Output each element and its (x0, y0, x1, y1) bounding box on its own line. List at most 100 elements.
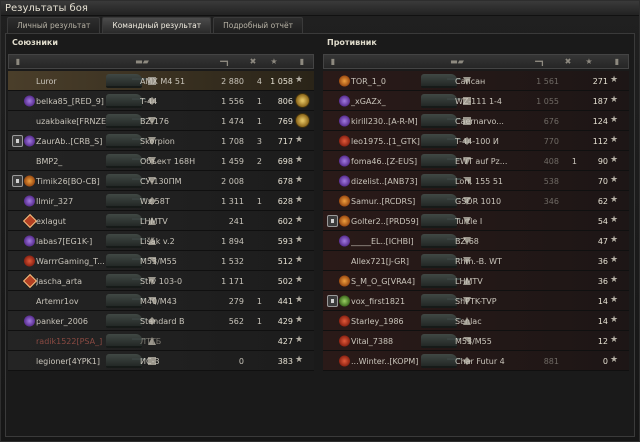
clan-emblem-icon (24, 235, 35, 247)
medal-icon[interactable] (295, 93, 310, 108)
tank-icon (421, 154, 461, 168)
allies-header-row: ▮ ▬▰ ━┓ ✖ ★ ▮ (8, 54, 314, 69)
allies-title: Союзники (12, 38, 58, 47)
damage-value: 1 474 (221, 117, 244, 126)
player-row[interactable]: uzakbaike[FRNZE] BZ-176 1 474 1 769 (8, 111, 314, 131)
damage-value: 1 311 (221, 197, 244, 206)
damage-column-icon[interactable]: ━┓ (530, 57, 550, 67)
vehicle-name: T-44 (140, 97, 158, 106)
player-row[interactable]: panker_2006 Standard B 562 1 429 (8, 311, 314, 331)
platoon-column-icon[interactable]: ▮ (12, 57, 24, 67)
xp-column-icon[interactable]: ★ (582, 57, 596, 67)
player-row[interactable]: Allex721[J-GR] Rhm.-B. WT 36 (323, 251, 629, 271)
xp-value: 112 (592, 137, 608, 146)
vehicle-name: Rhm.-B. WT (455, 257, 502, 266)
platoon-icon (12, 135, 23, 147)
star-icon (610, 275, 620, 286)
vehicle-name: Strv 103-0 (140, 277, 183, 286)
tank-icon (421, 294, 461, 308)
tank-icon (106, 174, 146, 188)
player-row[interactable]: Artemr1ov M40/M43 279 1 441 (8, 291, 314, 311)
tab-team-result[interactable]: Командный результат (102, 17, 212, 33)
damage-value (521, 296, 559, 307)
clan-emblem-icon (339, 135, 350, 147)
player-row[interactable]: labas7[EG1K-] Lišák v.2 1 894 593 (8, 231, 314, 251)
kills-column-icon[interactable]: ✖ (245, 57, 261, 67)
xp-value: 187 (592, 97, 608, 106)
player-row[interactable]: _xGAZx_ WZ-111 1-4 1 055 187 (323, 91, 629, 111)
player-row[interactable]: legioner[4YPK1] ИС-3 0 383 (8, 351, 314, 371)
tank-icon (106, 194, 146, 208)
xp-value: 54 (597, 217, 608, 226)
player-row[interactable]: ZaurAb..[CRB_S] Skorpion 1 708 3 717 (8, 131, 314, 151)
tank-icon (421, 214, 461, 228)
tab-personal-result[interactable]: Личный результат (7, 17, 101, 33)
player-row[interactable]: kirill230..[A-R-M] Caernarvo... 676 124 (323, 111, 629, 131)
vehicle-name: M53/M55 (455, 337, 492, 346)
player-row[interactable]: Jascha_arta Strv 103-0 1 171 502 (8, 271, 314, 291)
vehicle-name: ИС-3 (140, 357, 160, 366)
vehicle-column-icon[interactable]: ▬▰ (442, 57, 472, 67)
clan-emblem-icon (339, 155, 350, 167)
damage-value (521, 316, 559, 327)
player-row[interactable]: Ilmir_327 Wz.58T 1 311 1 628 (8, 191, 314, 211)
vehicle-name: EWT auf Pz... (455, 157, 508, 166)
player-row[interactable]: vox_first1821 ShPTK-TVP 14 (323, 291, 629, 311)
tank-icon (106, 214, 146, 228)
tank-icon (106, 294, 146, 308)
vehicle-name: Char Futur 4 (455, 357, 505, 366)
vehicle-column-icon[interactable]: ▬▰ (127, 57, 157, 67)
damage-value: 1 532 (221, 257, 244, 266)
kills-column-icon[interactable]: ✖ (560, 57, 576, 67)
xp-value: 806 (277, 97, 293, 106)
player-row[interactable]: S_M_O_G[VRA4] LHMTV 36 (323, 271, 629, 291)
xp-value: 383 (277, 357, 293, 366)
player-row[interactable]: Luror AMX M4 51 2 880 4 1 058 (8, 71, 314, 91)
player-row[interactable]: WarrrGaming_T... M53/M55 1 532 512 (8, 251, 314, 271)
platoon-column-icon[interactable]: ▮ (327, 57, 339, 67)
player-row[interactable]: belka85_[RED_9] T-44 1 556 1 806 (8, 91, 314, 111)
player-row[interactable]: dizelist..[ANB73] Lorr. 155 51 538 70 (323, 171, 629, 191)
player-row[interactable]: radik1522[PSA_] ЛТТБ 427 (8, 331, 314, 351)
player-row[interactable]: ...Winter..[KOPM] Char Futur 4 881 0 (323, 351, 629, 371)
clan-emblem-icon (22, 273, 38, 289)
player-row[interactable]: Timik26[BO-CB] СУ-130ПМ 2 008 678 (8, 171, 314, 191)
damage-value: 1 556 (221, 97, 244, 106)
xp-value: 593 (277, 237, 293, 246)
damage-value: 538 (543, 177, 559, 186)
damage-value: 408 (543, 157, 559, 166)
damage-value (521, 256, 559, 267)
player-row[interactable]: TOR_1_0 Сапсан 1 561 271 (323, 71, 629, 91)
xp-column-icon[interactable]: ★ (267, 57, 281, 67)
damage-column-icon[interactable]: ━┓ (215, 57, 235, 67)
star-icon (610, 355, 620, 366)
vehicle-name: Standard B (140, 317, 185, 326)
player-row[interactable]: Samur..[RCDRS] GSOR 1010 346 62 (323, 191, 629, 211)
star-icon (295, 355, 305, 366)
xp-value: 90 (597, 157, 608, 166)
player-row[interactable]: Golter2..[PRD59] Turtle I 54 (323, 211, 629, 231)
clan-emblem-icon (339, 235, 350, 247)
tank-icon (106, 314, 146, 328)
player-row[interactable]: BMP2_ Объект 168Н 1 459 2 698 (8, 151, 314, 171)
star-icon (295, 135, 305, 146)
medal-icon[interactable] (295, 113, 310, 128)
player-row[interactable]: leo1975..[1_GTK] T-44-100 И 770 112 (323, 131, 629, 151)
medal-column-icon[interactable]: ▮ (610, 57, 624, 67)
star-icon (295, 175, 305, 186)
clan-emblem-icon (22, 213, 38, 229)
player-row[interactable]: _____EL..[ICHBI] BZ-68 47 (323, 231, 629, 251)
tank-icon (421, 114, 461, 128)
damage-value (521, 276, 559, 287)
tank-icon (421, 194, 461, 208)
clan-emblem-icon (339, 175, 350, 187)
tab-detailed-report[interactable]: Подробный отчёт (213, 17, 303, 33)
star-icon (295, 295, 305, 306)
player-row[interactable]: exlagut LHMTV 241 602 (8, 211, 314, 231)
star-icon (295, 235, 305, 246)
player-row[interactable]: Starley_1986 Senlac 14 (323, 311, 629, 331)
vehicle-name: Lorr. 155 51 (455, 177, 503, 186)
player-row[interactable]: Vital_7388 M53/M55 12 (323, 331, 629, 351)
medal-column-icon[interactable]: ▮ (295, 57, 309, 67)
player-row[interactable]: foma46..[Z-EUS] EWT auf Pz... 408 1 90 (323, 151, 629, 171)
